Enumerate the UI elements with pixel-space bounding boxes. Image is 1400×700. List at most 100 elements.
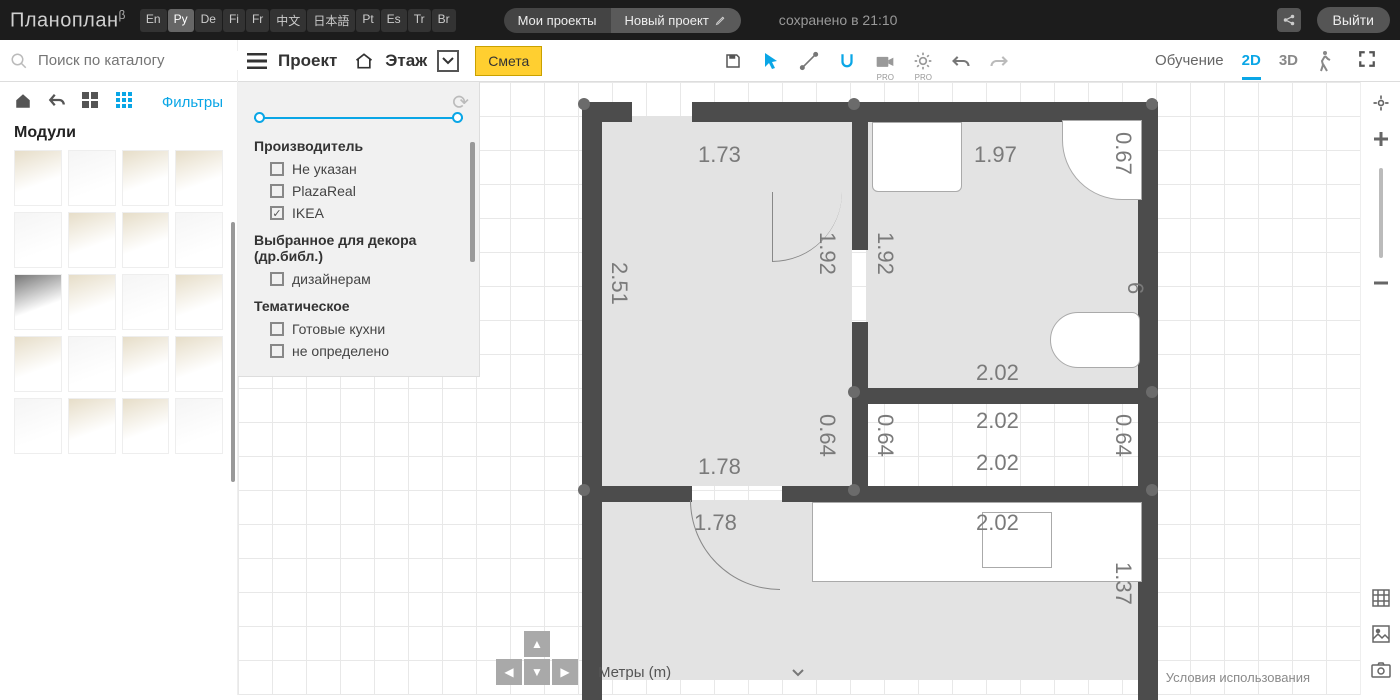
catalog-sidebar: Фильтры Модули: [0, 82, 238, 695]
lang-En[interactable]: En: [140, 9, 167, 32]
dim-label: 1.78: [698, 454, 741, 480]
filter-opt-undefined[interactable]: не определено: [270, 340, 463, 362]
filter-opt-ikea[interactable]: IKEA: [270, 202, 463, 224]
module-thumb[interactable]: [14, 398, 62, 454]
screenshot-icon[interactable]: [1370, 659, 1392, 681]
language-switcher: EnPyDeFiFr中文日本語PtEsTrBr: [140, 9, 456, 32]
dim-label: 2.02: [976, 450, 1019, 476]
terms-link[interactable]: Условия использования: [1166, 670, 1310, 685]
filter-opt-designers[interactable]: дизайнерам: [270, 268, 463, 290]
view-3d[interactable]: 3D: [1279, 52, 1298, 69]
filter-opt-plazareal[interactable]: PlazaReal: [270, 180, 463, 202]
module-thumb[interactable]: [14, 150, 62, 206]
module-thumb[interactable]: [14, 274, 62, 330]
save-status: сохранено в 21:10: [779, 12, 898, 28]
module-thumb[interactable]: [68, 150, 116, 206]
breadcrumb-current[interactable]: Новый проект: [611, 8, 741, 33]
breadcrumb-root[interactable]: Мои проекты: [504, 8, 611, 33]
module-grid: [0, 150, 237, 454]
redo-button[interactable]: [988, 50, 1010, 72]
filter-scrollbar[interactable]: [470, 142, 475, 262]
dim-label: 2.02: [976, 510, 1019, 536]
lang-Es[interactable]: Es: [381, 9, 407, 32]
light-tool[interactable]: PRO: [912, 50, 934, 72]
share-button[interactable]: [1277, 8, 1301, 32]
units-selector[interactable]: Метры (m): [598, 664, 805, 681]
image-export-icon[interactable]: [1370, 623, 1392, 645]
nav-left[interactable]: ◀: [496, 659, 522, 685]
dim-label: 6: [1122, 282, 1148, 294]
share-icon: [1282, 13, 1296, 27]
fullscreen-button[interactable]: [1358, 50, 1380, 72]
floor-dropdown[interactable]: [437, 50, 459, 72]
nav-down[interactable]: ▼: [524, 659, 550, 685]
wall-tool[interactable]: [798, 50, 820, 72]
right-rail: [1360, 82, 1400, 695]
lang-中文[interactable]: 中文: [270, 9, 306, 32]
module-thumb[interactable]: [68, 274, 116, 330]
lang-Br[interactable]: Br: [432, 9, 456, 32]
view-2d[interactable]: 2D: [1242, 52, 1261, 80]
dim-label: 0.67: [1110, 132, 1136, 175]
dim-label: 1.37: [1110, 562, 1136, 605]
module-thumb[interactable]: [175, 212, 223, 268]
floor-menu[interactable]: Этаж: [385, 51, 427, 71]
nav-right[interactable]: ▶: [552, 659, 578, 685]
project-menu[interactable]: Проект: [278, 51, 337, 71]
lang-De[interactable]: De: [195, 9, 222, 32]
nav-up[interactable]: ▲: [524, 631, 550, 657]
undo-button[interactable]: [950, 50, 972, 72]
dim-label: 2.02: [976, 360, 1019, 386]
module-thumb[interactable]: [122, 336, 170, 392]
lang-日本語[interactable]: 日本語: [307, 9, 355, 32]
grid-small-icon[interactable]: [116, 92, 136, 112]
back-icon[interactable]: [48, 92, 68, 112]
save-icon[interactable]: [722, 50, 744, 72]
learning-link[interactable]: Обучение: [1155, 52, 1224, 69]
magnet-tool[interactable]: [836, 50, 858, 72]
floorplan[interactable]: 1.73 1.97 0.67 2.51 1.92 1.92 6 2.02 2.0…: [582, 102, 1162, 662]
lang-Pt[interactable]: Pt: [356, 9, 379, 32]
module-thumb[interactable]: [175, 336, 223, 392]
lang-Py[interactable]: Py: [168, 9, 194, 32]
module-thumb[interactable]: [14, 212, 62, 268]
camera-tool[interactable]: PRO: [874, 50, 896, 72]
price-slider[interactable]: [254, 108, 463, 128]
module-thumb[interactable]: [122, 274, 170, 330]
module-thumb[interactable]: [14, 336, 62, 392]
toilet-fixture[interactable]: [1050, 312, 1140, 368]
estimate-button[interactable]: Смета: [475, 46, 542, 76]
filters-link[interactable]: Фильтры: [162, 94, 223, 111]
center-view-icon[interactable]: [1370, 92, 1392, 114]
zoom-slider[interactable]: [1379, 168, 1383, 258]
grid-toggle-icon[interactable]: [1370, 587, 1392, 609]
lang-Tr[interactable]: Tr: [408, 9, 431, 32]
filter-opt-unspecified[interactable]: Не указан: [270, 158, 463, 180]
filter-opt-kitchens[interactable]: Готовые кухни: [270, 318, 463, 340]
home-icon[interactable]: [14, 92, 34, 112]
view-walk[interactable]: [1316, 50, 1332, 72]
module-thumb[interactable]: [68, 398, 116, 454]
exit-button[interactable]: Выйти: [1317, 7, 1390, 33]
dim-label: 0.64: [872, 414, 898, 457]
grid-large-icon[interactable]: [82, 92, 102, 112]
module-thumb[interactable]: [122, 398, 170, 454]
module-thumb[interactable]: [122, 212, 170, 268]
zoom-in-icon[interactable]: [1370, 128, 1392, 150]
sidebar-scrollbar[interactable]: [231, 222, 235, 482]
dim-label: 1.97: [974, 142, 1017, 168]
module-thumb[interactable]: [68, 336, 116, 392]
module-thumb[interactable]: [175, 398, 223, 454]
dim-label: 2.02: [976, 408, 1019, 434]
lang-Fr[interactable]: Fr: [246, 9, 269, 32]
module-thumb[interactable]: [175, 150, 223, 206]
lang-Fi[interactable]: Fi: [223, 9, 245, 32]
module-thumb[interactable]: [175, 274, 223, 330]
zoom-out-icon[interactable]: [1370, 272, 1392, 294]
module-thumb[interactable]: [68, 212, 116, 268]
catalog-search-input[interactable]: [36, 51, 239, 70]
sink-fixture[interactable]: [872, 122, 962, 192]
menu-icon[interactable]: [246, 50, 268, 72]
module-thumb[interactable]: [122, 150, 170, 206]
pointer-tool[interactable]: [760, 50, 782, 72]
